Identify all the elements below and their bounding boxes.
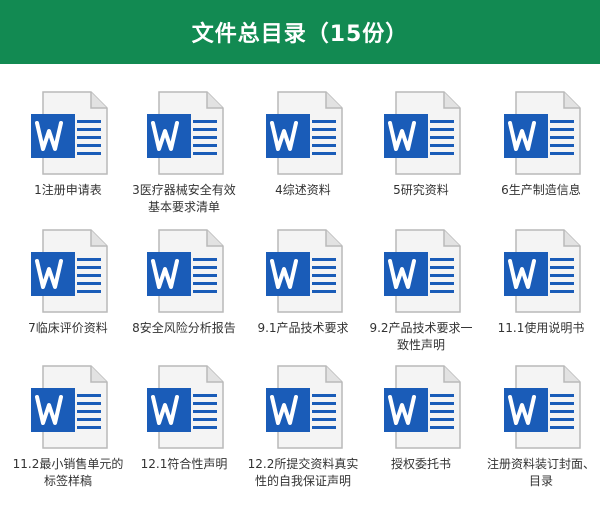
header-bar: 文件总目录（15份） xyxy=(0,0,600,64)
word-doc-icon xyxy=(147,365,224,449)
word-doc-icon xyxy=(504,91,581,175)
file-grid: 1注册申请表 3医疗器械安全有效基本要求清单 4综述资料 5研究资料 6生产制造… xyxy=(0,64,600,525)
file-item[interactable]: 7临床评价资料 xyxy=(9,228,127,368)
file-item[interactable]: 9.2产品技术要求一致性声明 xyxy=(362,228,480,368)
word-doc-icon xyxy=(31,91,108,175)
file-name: 11.2最小销售单元的标签样稿 xyxy=(12,457,124,488)
file-item[interactable]: 5研究资料 xyxy=(362,90,480,230)
word-doc-icon xyxy=(147,91,224,175)
file-item[interactable]: 1注册申请表 xyxy=(9,90,127,230)
word-doc-icon xyxy=(384,365,461,449)
file-item[interactable]: 授权委托书 xyxy=(362,364,480,504)
file-name: 11.1使用说明书 xyxy=(497,321,585,335)
file-name: 12.1符合性声明 xyxy=(140,457,228,471)
file-name: 8安全风险分析报告 xyxy=(132,321,236,335)
word-doc-icon xyxy=(504,365,581,449)
file-item[interactable]: 8安全风险分析报告 xyxy=(125,228,243,368)
file-item[interactable]: 11.2最小销售单元的标签样稿 xyxy=(9,364,127,504)
file-name: 注册资料装订封面、目录 xyxy=(486,457,595,488)
page-title: 文件总目录（15份） xyxy=(191,22,409,47)
file-name: 6生产制造信息 xyxy=(501,183,581,197)
word-doc-icon xyxy=(266,91,343,175)
word-doc-icon xyxy=(384,91,461,175)
file-item[interactable]: 注册资料装订封面、目录 xyxy=(482,364,600,504)
file-name: 1注册申请表 xyxy=(34,183,102,197)
file-item[interactable]: 12.1符合性声明 xyxy=(125,364,243,504)
file-name: 3医疗器械安全有效基本要求清单 xyxy=(132,183,236,214)
file-name: 授权委托书 xyxy=(390,457,451,471)
word-doc-icon xyxy=(31,365,108,449)
file-item[interactable]: 3医疗器械安全有效基本要求清单 xyxy=(125,90,243,230)
file-name: 7临床评价资料 xyxy=(28,321,108,335)
word-doc-icon xyxy=(384,229,461,313)
file-item[interactable]: 6生产制造信息 xyxy=(482,90,600,230)
file-name: 9.2产品技术要求一致性声明 xyxy=(369,321,473,352)
file-item[interactable]: 4综述资料 xyxy=(244,90,362,230)
word-doc-icon xyxy=(266,229,343,313)
file-item[interactable]: 12.2所提交资料真实性的自我保证声明 xyxy=(244,364,362,504)
word-doc-icon xyxy=(504,229,581,313)
word-doc-icon xyxy=(266,365,343,449)
file-name: 12.2所提交资料真实性的自我保证声明 xyxy=(247,457,359,488)
word-doc-icon xyxy=(147,229,224,313)
file-name: 4综述资料 xyxy=(275,183,331,197)
word-doc-icon xyxy=(31,229,108,313)
file-name: 9.1产品技术要求 xyxy=(257,321,349,335)
file-item[interactable]: 9.1产品技术要求 xyxy=(244,228,362,368)
file-item[interactable]: 11.1使用说明书 xyxy=(482,228,600,368)
file-name: 5研究资料 xyxy=(393,183,449,197)
